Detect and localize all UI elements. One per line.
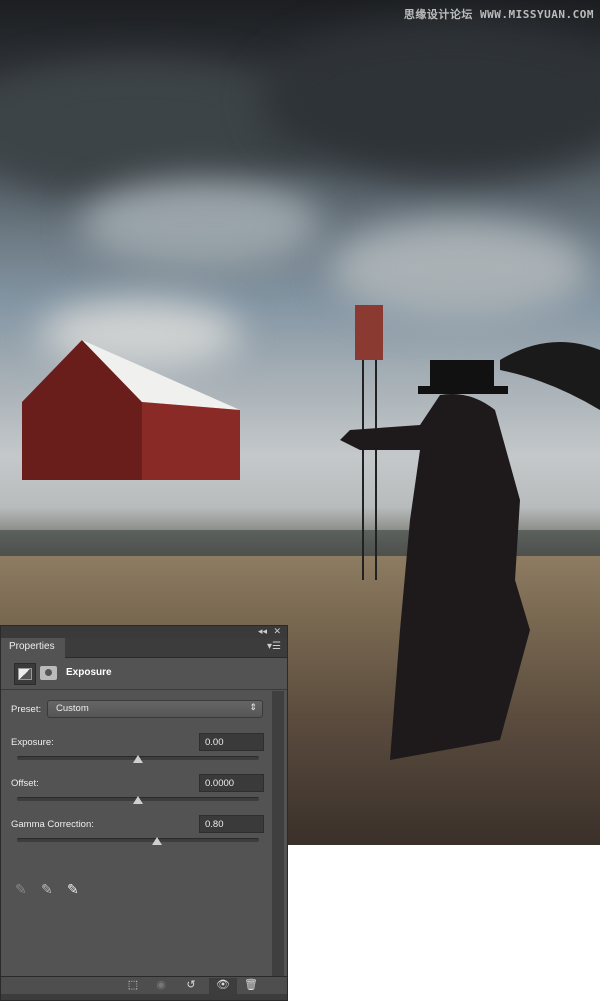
preset-dropdown[interactable]: Custom ⇕	[47, 700, 263, 718]
visibility-eye-icon[interactable]: 👁	[209, 978, 237, 994]
slider-thumb[interactable]	[133, 796, 143, 804]
floating-barn	[22, 340, 240, 480]
gray-eyedropper-icon[interactable]: ✎	[41, 881, 53, 898]
adjustment-title: Exposure	[66, 667, 112, 678]
close-icon[interactable]: ✕	[273, 626, 281, 637]
exposure-adjustment-icon[interactable]	[14, 663, 36, 685]
panel-titlebar: ◂◂ ✕	[1, 626, 287, 638]
properties-panel: ◂◂ ✕ Properties ▾☰ Exposure Preset: Cust…	[0, 625, 288, 1001]
preset-label: Preset:	[11, 704, 42, 715]
white-eyedropper-icon[interactable]: ✎	[67, 881, 79, 898]
gamma-slider[interactable]	[17, 837, 259, 845]
exposure-label: Exposure:	[11, 737, 54, 748]
panel-menu-icon[interactable]: ▾☰	[267, 641, 281, 652]
panel-scrollbar[interactable]	[272, 691, 284, 976]
slider-thumb[interactable]	[152, 837, 163, 845]
gamma-label: Gamma Correction:	[11, 819, 94, 830]
trash-icon[interactable]: 🗑	[239, 978, 263, 994]
offset-input[interactable]: 0.0000	[199, 774, 264, 792]
clip-to-layer-icon[interactable]: ⬚	[121, 978, 145, 994]
offset-slider[interactable]	[17, 796, 259, 804]
updown-icon: ⇕	[249, 702, 257, 712]
exposure-slider[interactable]	[17, 755, 259, 763]
offset-label: Offset:	[11, 778, 39, 789]
tab-properties[interactable]: Properties	[1, 638, 65, 658]
collapse-icon[interactable]: ◂◂	[258, 626, 267, 637]
layer-mask-icon[interactable]	[40, 666, 57, 680]
exposure-input[interactable]: 0.00	[199, 733, 264, 751]
preset-value: Custom	[56, 703, 89, 714]
reset-icon[interactable]: ↺	[179, 978, 203, 994]
woman-figure	[340, 305, 600, 760]
slider-thumb[interactable]	[133, 755, 143, 763]
black-eyedropper-icon[interactable]: ✎	[15, 881, 27, 898]
panel-resize-grip[interactable]	[1, 994, 287, 1000]
watermark: 思缘设计论坛 WWW.MISSYUAN.COM	[403, 8, 594, 21]
view-previous-icon[interactable]: ◉	[149, 978, 173, 994]
gamma-input[interactable]: 0.80	[199, 815, 264, 833]
